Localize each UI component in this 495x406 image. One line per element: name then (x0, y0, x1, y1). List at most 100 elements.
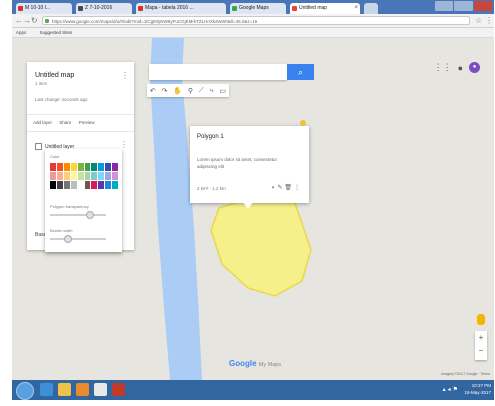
color-swatch[interactable] (56, 172, 63, 180)
close-window-icon[interactable] (473, 1, 492, 11)
menu-icon[interactable]: ⋮ (485, 15, 493, 26)
color-swatch[interactable] (77, 163, 84, 171)
ruler-icon[interactable]: ▭ (219, 87, 226, 95)
notifications-icon[interactable]: ● (458, 63, 463, 73)
border-slider-track[interactable] (50, 238, 106, 240)
bookmark-apps[interactable]: Apps (16, 30, 26, 35)
forward-arrow-icon[interactable]: → (23, 15, 31, 26)
maximize-icon[interactable] (454, 1, 473, 11)
my-maps-wordmark: My Maps (258, 362, 282, 368)
color-swatch[interactable] (112, 172, 118, 180)
tab-label: Untitled map (299, 5, 328, 11)
browser-tab[interactable]: Z 7-10-2016 (76, 3, 132, 14)
back-arrow-icon[interactable]: ← (15, 15, 23, 26)
color-swatch[interactable] (98, 181, 105, 189)
internet-explorer-icon[interactable] (40, 383, 53, 396)
lock-icon (45, 19, 49, 23)
color-swatch[interactable] (84, 172, 91, 180)
address-bar[interactable]: https://www.google.com/maps/d/u/0/edit?m… (42, 16, 470, 25)
search-input[interactable] (149, 64, 287, 80)
map-options-icon[interactable]: ⋮ (121, 71, 129, 80)
more-icon[interactable]: ⋮ (294, 185, 302, 191)
reload-icon[interactable]: ↻ (31, 15, 38, 26)
color-swatch[interactable] (84, 181, 91, 189)
bookmark-suggested-sites[interactable]: Suggested Sites (40, 30, 73, 35)
search-button[interactable]: ⌕ (287, 64, 314, 80)
directions-icon[interactable]: ⤷ (210, 87, 214, 95)
border-slider-knob[interactable] (63, 235, 72, 243)
color-swatch[interactable] (50, 181, 56, 189)
new-tab-button[interactable] (364, 3, 378, 14)
opacity-slider-knob[interactable] (86, 211, 95, 219)
redo-icon[interactable]: ↷ (162, 87, 168, 95)
account-area: ⋮⋮ ● ● (428, 62, 480, 73)
color-swatch[interactable] (112, 181, 118, 189)
window-controls (434, 1, 492, 12)
layer-checkbox[interactable] (35, 143, 42, 150)
color-swatch[interactable] (70, 172, 77, 180)
file-explorer-icon[interactable] (58, 383, 71, 396)
start-button[interactable] (16, 382, 34, 400)
color-swatch[interactable] (105, 172, 112, 180)
avatar[interactable]: ● (469, 62, 480, 73)
preview-button[interactable]: Preview (79, 120, 95, 125)
color-swatch[interactable] (77, 181, 84, 189)
color-swatch[interactable] (50, 163, 56, 171)
color-swatch[interactable] (105, 181, 112, 189)
minimize-icon[interactable] (435, 1, 454, 11)
map-title[interactable]: Untitled map (35, 72, 74, 79)
draw-line-icon[interactable]: ⟋ (199, 87, 204, 95)
color-swatch[interactable] (84, 163, 91, 171)
browser-tab[interactable]: M 10-10 l... (16, 3, 72, 14)
color-swatch[interactable] (50, 172, 56, 180)
pegman-icon[interactable] (477, 314, 485, 325)
color-swatch[interactable] (98, 163, 105, 171)
add-layer-button[interactable]: Add layer (33, 120, 52, 125)
map-attribution[interactable]: Imagery ©2017 Google · Terms (441, 372, 490, 376)
map-canvas[interactable]: ⌕ ↶ ↷ ✋ ⚲ ⟋ ⤷ ▭ ⋮⋮ ● ● Untitled map 1 it… (12, 38, 494, 380)
color-swatch[interactable] (70, 181, 77, 189)
color-swatch[interactable] (105, 163, 112, 171)
apps-grid-icon[interactable]: ⋮⋮ (434, 62, 452, 73)
color-swatch[interactable] (63, 172, 70, 180)
color-swatch[interactable] (63, 163, 70, 171)
media-player-icon[interactable] (76, 383, 89, 396)
browser-tab-active[interactable]: Untitled map × (290, 3, 360, 14)
color-swatch[interactable] (56, 163, 63, 171)
feature-description[interactable]: Lorem ipsum dolor sit amet, consectetur … (197, 156, 285, 170)
browser-tab[interactable]: Mapa - tabela 2016 ... (136, 3, 226, 14)
color-swatch[interactable] (98, 172, 105, 180)
color-swatch[interactable] (112, 163, 118, 171)
zoom-out-button[interactable]: − (475, 344, 487, 357)
color-swatch[interactable] (91, 172, 98, 180)
opacity-slider-track[interactable] (50, 214, 106, 216)
app-icon[interactable] (112, 383, 125, 396)
add-marker-icon[interactable]: ⚲ (188, 87, 193, 95)
color-swatch[interactable] (70, 163, 77, 171)
color-swatch[interactable] (77, 172, 84, 180)
color-label: Color (50, 154, 60, 159)
close-tab-icon[interactable]: × (354, 3, 358, 14)
bookmark-star-icon[interactable]: ☆ (475, 15, 482, 26)
map-description[interactable]: Last change: seconds ago (35, 97, 88, 102)
share-button[interactable]: Share (59, 120, 71, 125)
zoom-in-button[interactable]: + (475, 331, 487, 344)
tab-label: Mapa - tabela 2016 ... (145, 5, 194, 11)
delete-icon[interactable]: 🗑 (284, 185, 294, 191)
close-info-icon[interactable] (300, 120, 306, 126)
color-swatch[interactable] (56, 181, 63, 189)
google-logo: Google My Maps (229, 359, 281, 368)
feature-title[interactable]: Polygon 1 (197, 134, 224, 140)
browser-tab[interactable]: Google Maps (230, 3, 286, 14)
tab-label: Google Maps (239, 5, 269, 11)
system-clock[interactable]: 10:27 PM 19-May-2017 (464, 382, 491, 396)
hand-tool-icon[interactable]: ✋ (173, 87, 182, 95)
style-picker-popup: Color Polygon transparency Border width (45, 149, 122, 252)
color-swatch[interactable] (91, 163, 98, 171)
layer-options-icon[interactable]: ⋮ (120, 140, 128, 149)
color-swatch[interactable] (91, 181, 98, 189)
flag-icon[interactable]: ⚑ (453, 387, 460, 393)
chrome-icon[interactable] (94, 383, 107, 396)
undo-icon[interactable]: ↶ (150, 87, 156, 95)
color-swatch[interactable] (63, 181, 70, 189)
